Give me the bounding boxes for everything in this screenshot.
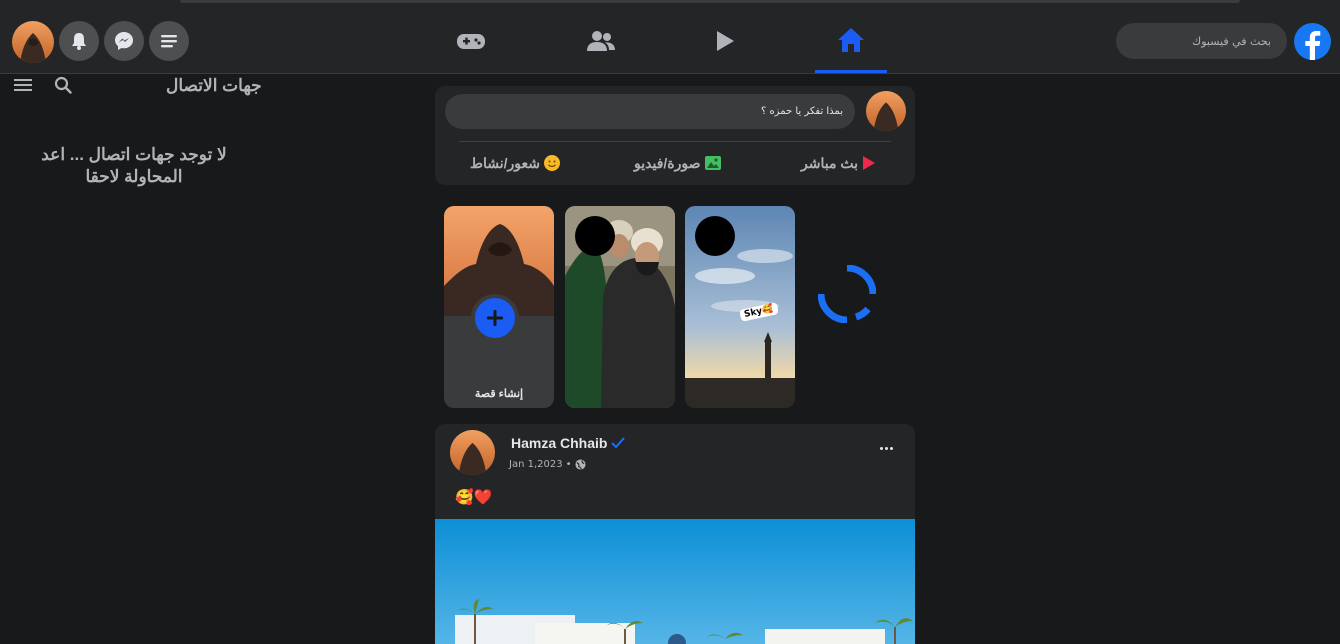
story-card[interactable]: Sky🥰 (685, 206, 795, 408)
gamepad-icon (457, 34, 485, 49)
hamburger-icon (14, 79, 32, 91)
live-icon (862, 156, 875, 170)
globe-icon (574, 459, 586, 470)
photo-video-button[interactable]: صورة/فيديو (634, 152, 721, 174)
smile-icon (543, 155, 560, 171)
browser-scrollbar (180, 0, 1240, 3)
post-options-button[interactable] (875, 440, 897, 456)
contacts-search-button[interactable] (53, 76, 73, 94)
verified-icon (611, 437, 626, 449)
empty-contacts-message: لا توجد جهات اتصال ... اعد المحاولة لاحق… (41, 145, 227, 186)
loading-spinner-icon (818, 265, 876, 323)
plus-icon (487, 310, 503, 326)
post-author-name: Hamza Chhaib (511, 435, 608, 451)
friends-icon (587, 31, 615, 51)
composer-avatar[interactable] (866, 91, 906, 131)
story-card[interactable] (565, 206, 675, 408)
add-story-button[interactable] (471, 294, 519, 342)
facebook-logo[interactable] (1294, 23, 1331, 60)
post-photo[interactable] (435, 519, 915, 644)
browser-top-edge (0, 0, 1340, 9)
menu-button[interactable] (149, 21, 189, 61)
home-icon (838, 27, 864, 52)
menu-icon (161, 35, 177, 48)
post-date[interactable]: Jan 1,2023 (509, 459, 563, 470)
post-composer: بمذا تفكر يا حمزه ؟ بث مباشر صورة/فيديو … (435, 86, 915, 185)
photo-icon (704, 156, 721, 170)
composer-divider (459, 141, 891, 142)
story-author-avatar (695, 216, 735, 256)
post-author[interactable]: Hamza Chhaib (511, 435, 626, 451)
live-video-label: بث مباشر (801, 154, 858, 171)
search-icon (54, 76, 72, 94)
notifications-button[interactable] (59, 21, 99, 61)
create-story-card[interactable]: إنشاء قصة (444, 206, 554, 408)
messenger-icon (115, 32, 133, 50)
tab-friends[interactable] (565, 9, 637, 73)
search-input[interactable]: بحث في فيسبوك (1116, 23, 1287, 59)
create-story-label: إنشاء قصة (474, 388, 524, 400)
tab-home[interactable] (815, 9, 887, 73)
tab-games[interactable] (435, 9, 507, 73)
contacts-title: جهات الاتصال (166, 76, 262, 95)
story-author-avatar (575, 216, 615, 256)
live-video-button[interactable]: بث مباشر (801, 152, 876, 174)
top-navbar: بحث في فيسبوك (0, 9, 1340, 74)
profile-avatar[interactable] (12, 21, 54, 63)
post-text: 🥰❤️ (455, 488, 493, 506)
play-icon (717, 31, 734, 51)
post-meta: Jan 1,2023 • (509, 459, 586, 470)
contacts-options-button[interactable] (13, 76, 33, 94)
feed-post: Hamza Chhaib Jan 1,2023 • 🥰❤️ (435, 424, 915, 644)
tab-watch[interactable] (689, 9, 761, 73)
post-meta-separator: • (565, 459, 572, 470)
composer-input[interactable]: بمذا تفكر يا حمزه ؟ (445, 94, 855, 129)
feeling-activity-button[interactable]: شعور/نشاط (470, 152, 560, 174)
messenger-button[interactable] (104, 21, 144, 61)
post-author-avatar[interactable] (450, 430, 495, 475)
feeling-activity-label: شعور/نشاط (470, 154, 540, 171)
photo-video-label: صورة/فيديو (634, 154, 701, 171)
bell-icon (72, 33, 86, 50)
